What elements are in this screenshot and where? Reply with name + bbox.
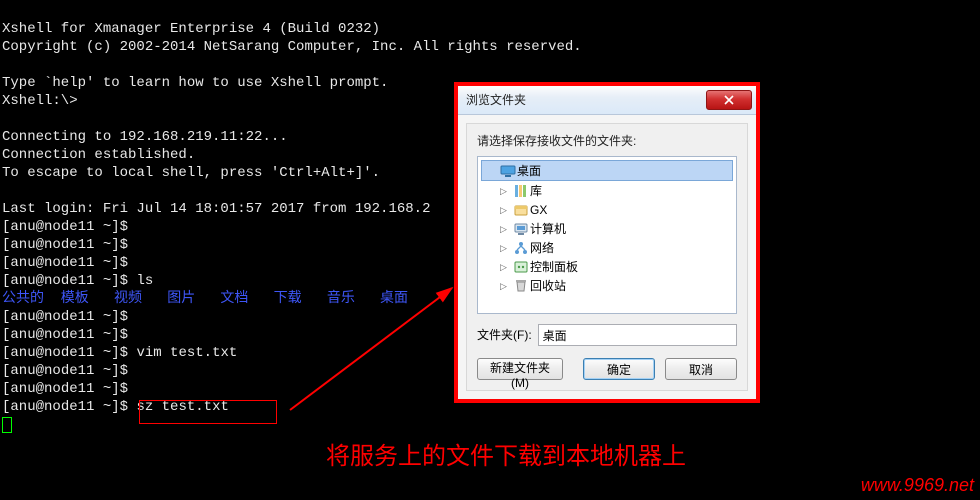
cancel-button[interactable]: 取消	[665, 358, 737, 380]
tree-item[interactable]: ▷ 计算机	[478, 219, 736, 238]
prompt-line: [anu@node11 ~]$ vim test.txt	[2, 345, 237, 361]
ls-output: 公共的 模板 视频 图片 文档 下载 音乐 桌面	[2, 291, 408, 307]
new-folder-button[interactable]: 新建文件夹(M)	[477, 358, 563, 380]
prompt: Xshell:\>	[2, 93, 78, 109]
annotation-caption: 将服务上的文件下载到本地机器上	[326, 448, 686, 466]
desktop-icon	[499, 163, 517, 179]
expander-icon[interactable]: ▷	[500, 239, 510, 257]
expander-icon[interactable]: ▷	[500, 201, 510, 219]
prompt-line: [anu@node11 ~]$	[2, 381, 128, 397]
library-icon	[512, 183, 530, 199]
expander-icon[interactable]: ▷	[500, 258, 510, 276]
user-icon	[512, 202, 530, 218]
expander-icon[interactable]: ▷	[500, 277, 510, 295]
prompt-line: [anu@node11 ~]$	[2, 255, 128, 271]
prompt-line: [anu@node11 ~]$	[2, 363, 128, 379]
tree-item-label: 回收站	[530, 277, 566, 295]
folder-input[interactable]	[538, 324, 737, 346]
line: Xshell for Xmanager Enterprise 4 (Build …	[2, 21, 380, 37]
folder-tree[interactable]: 桌面▷库▷GX▷计算机▷网络▷控制面板▷回收站	[477, 156, 737, 314]
cpanel-icon	[512, 259, 530, 275]
line: Last login: Fri Jul 14 18:01:57 2017 fro…	[2, 201, 430, 217]
tree-item-label: 桌面	[517, 162, 541, 180]
prompt-line: [anu@node11 ~]$	[2, 237, 128, 253]
line: To escape to local shell, press 'Ctrl+Al…	[2, 165, 380, 181]
line: Copyright (c) 2002-2014 NetSarang Comput…	[2, 39, 582, 55]
computer-icon	[512, 221, 530, 237]
folder-label: 文件夹(F):	[477, 326, 532, 344]
cursor	[2, 417, 12, 433]
line: Connection established.	[2, 147, 195, 163]
prompt-line: [anu@node11 ~]$	[2, 309, 128, 325]
tree-item-label: 计算机	[530, 220, 566, 238]
tree-item[interactable]: ▷ GX	[478, 200, 736, 219]
dialog-titlebar[interactable]: 浏览文件夹	[458, 86, 756, 115]
tree-item-label: 库	[530, 182, 542, 200]
prompt-line: [anu@node11 ~]$	[2, 219, 128, 235]
watermark: www.9969.net	[861, 476, 974, 494]
line: Type `help' to learn how to use Xshell p…	[2, 75, 388, 91]
network-icon	[512, 240, 530, 256]
close-icon	[724, 95, 734, 105]
bin-icon	[512, 278, 530, 294]
ok-button[interactable]: 确定	[583, 358, 655, 380]
browse-folder-dialog: 浏览文件夹 请选择保存接收文件的文件夹: 桌面▷库▷GX▷计算机▷网络▷控制面板…	[454, 82, 760, 403]
tree-item[interactable]: ▷库	[478, 181, 736, 200]
tree-item[interactable]: 桌面	[481, 160, 733, 181]
tree-item[interactable]: ▷ 控制面板	[478, 257, 736, 276]
tree-item-label: 控制面板	[530, 258, 578, 276]
expander-icon[interactable]: ▷	[500, 182, 510, 200]
prompt-line: [anu@node11 ~]$ sz test.txt	[2, 399, 229, 415]
line: Connecting to 192.168.219.11:22...	[2, 129, 288, 145]
tree-item-label: GX	[530, 201, 547, 219]
prompt-line: [anu@node11 ~]$	[2, 327, 128, 343]
tree-item-label: 网络	[530, 239, 554, 257]
dialog-title: 浏览文件夹	[466, 91, 706, 109]
prompt-line: [anu@node11 ~]$ ls	[2, 273, 153, 289]
close-button[interactable]	[706, 90, 752, 110]
tree-item[interactable]: ▷ 回收站	[478, 276, 736, 295]
expander-icon[interactable]: ▷	[500, 220, 510, 238]
tree-item[interactable]: ▷ 网络	[478, 238, 736, 257]
dialog-prompt: 请选择保存接收文件的文件夹:	[477, 132, 737, 150]
